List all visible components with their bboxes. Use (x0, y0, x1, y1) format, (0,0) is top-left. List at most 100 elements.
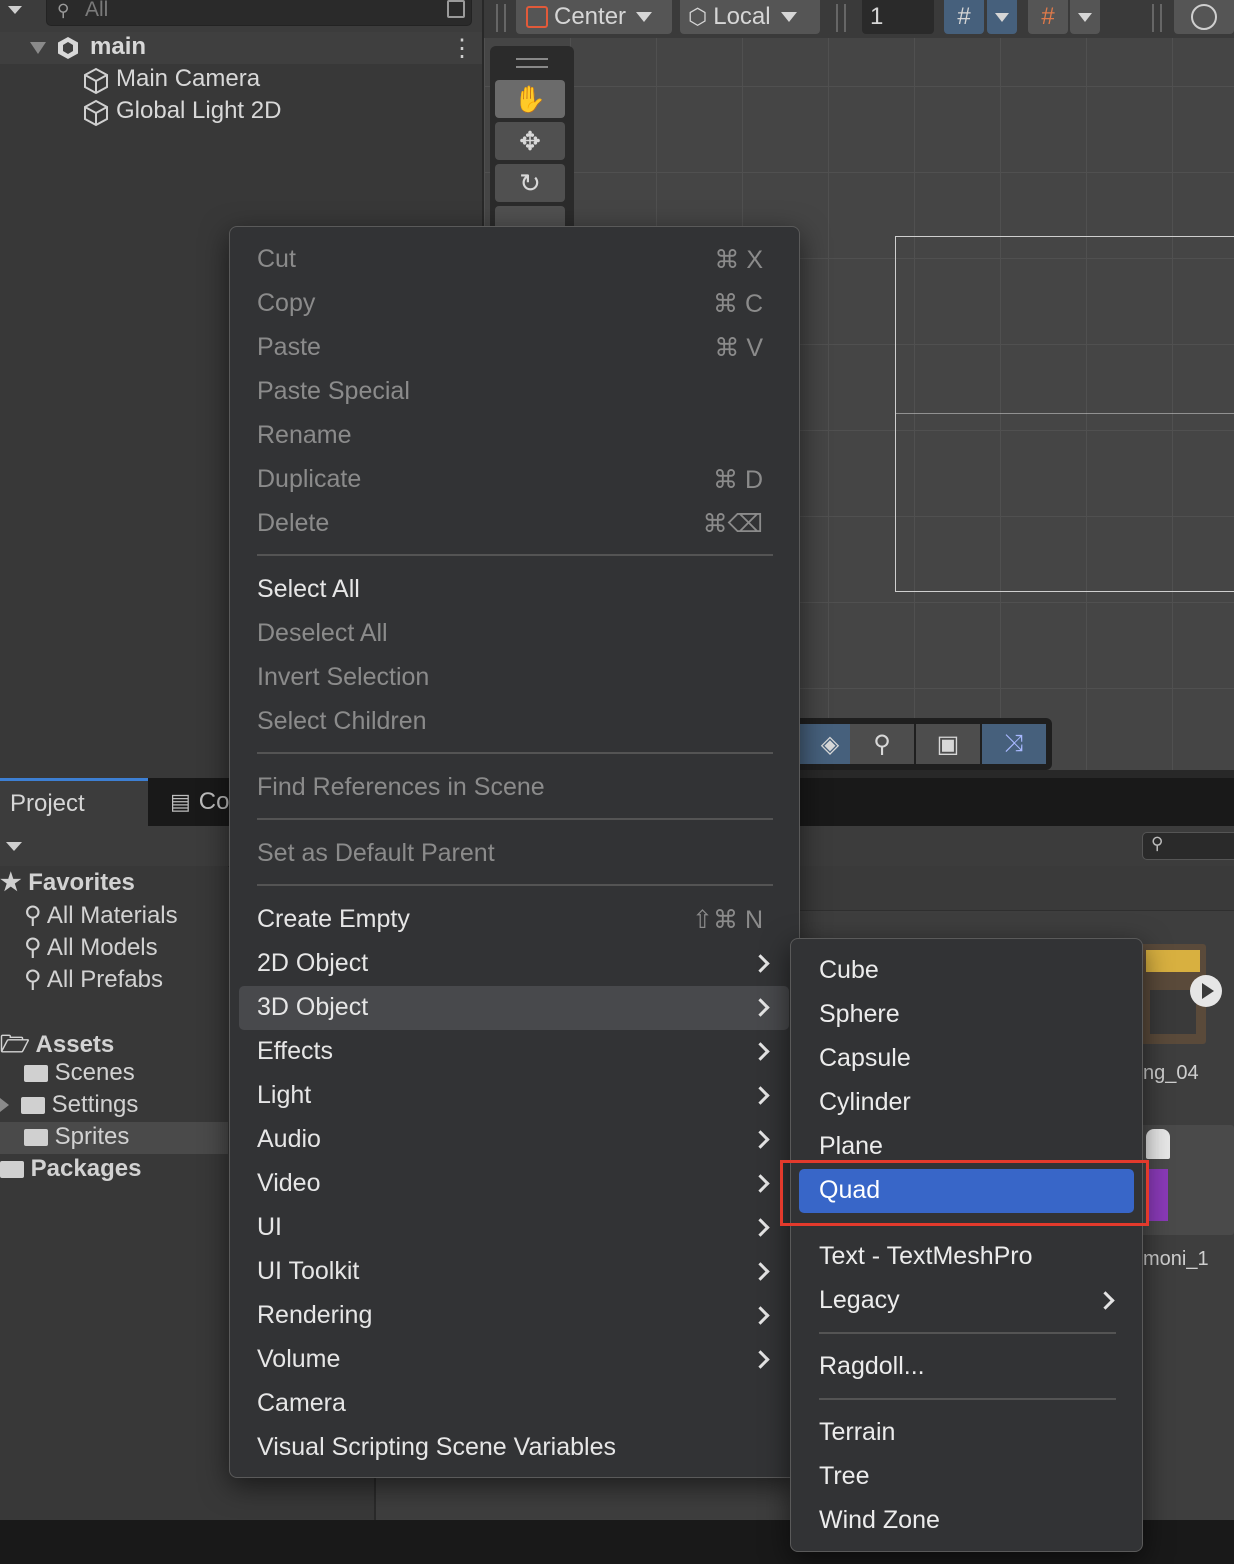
folder-icon (0, 1161, 24, 1178)
menu-item-cut[interactable]: Cut ⌘ X (239, 238, 789, 282)
menu-item-visual-scripting-variables[interactable]: Visual Scripting Scene Variables (239, 1426, 789, 1470)
chevron-right-icon (1096, 1291, 1115, 1310)
folder-icon (21, 1097, 45, 1114)
menu-item-select-children[interactable]: Select Children (239, 700, 789, 744)
character-body (1148, 1169, 1168, 1221)
scene-name: main (90, 33, 147, 60)
increment-snap-toggle[interactable]: # (1028, 0, 1068, 34)
submenu-item-capsule[interactable]: Capsule (799, 1037, 1134, 1081)
toolbar-separator (1152, 4, 1162, 32)
menu-item-copy[interactable]: Copy ⌘ C (239, 282, 789, 326)
folder-sprites[interactable]: Sprites (24, 1123, 129, 1151)
folder-settings[interactable]: Settings (0, 1091, 138, 1119)
rotate-tool[interactable]: ↻ (495, 164, 565, 202)
submenu-item-legacy[interactable]: Legacy (799, 1279, 1134, 1323)
folder-icon (24, 1129, 48, 1146)
folder-icon (24, 1065, 48, 1082)
menu-item-select-all[interactable]: Select All (239, 568, 789, 612)
submenu-item-wind-zone[interactable]: Wind Zone (799, 1499, 1134, 1543)
submenu-item-text-textmeshpro[interactable]: Text - TextMeshPro (799, 1235, 1134, 1279)
move-tool[interactable]: ✥ (495, 122, 565, 160)
expand-icon[interactable] (447, 0, 465, 18)
submenu-item-terrain[interactable]: Terrain (799, 1411, 1134, 1455)
project-search-input[interactable]: ⚲ (1142, 832, 1234, 860)
favorite-all-materials[interactable]: ⚲ All Materials (24, 901, 178, 930)
submenu-item-cylinder[interactable]: Cylinder (799, 1081, 1134, 1125)
play-preview-icon[interactable] (1190, 975, 1222, 1007)
context-menu: Cut ⌘ X Copy ⌘ C Paste ⌘ V Paste Special Re… (229, 226, 800, 1478)
scene-options-icon[interactable]: ⋮ (450, 34, 474, 63)
menu-item-ui-toolkit[interactable]: UI Toolkit (239, 1250, 789, 1294)
grid-size-field[interactable]: 1 (862, 0, 934, 34)
add-dropdown-icon[interactable] (8, 6, 22, 14)
create-dropdown-icon[interactable] (6, 842, 22, 851)
play-icon (1202, 983, 1214, 999)
collapse-arrow-icon[interactable] (30, 42, 46, 54)
menu-item-rendering[interactable]: Rendering (239, 1294, 789, 1338)
shuffle-button[interactable]: ⤨ (982, 724, 1046, 764)
menu-item-camera[interactable]: Camera (239, 1382, 789, 1426)
gizmos-globe-button[interactable] (1174, 0, 1234, 34)
menu-item-paste[interactable]: Paste ⌘ V (239, 326, 789, 370)
overlay-grip (516, 58, 548, 68)
scene-view-overlay-bar: ◈ ⚲ ▣ ⤨ (798, 718, 1052, 770)
search-icon: ⚲ (57, 1, 70, 20)
quad-highlight-box (780, 1160, 1149, 1226)
menu-item-effects[interactable]: Effects (239, 1030, 789, 1074)
menu-item-rename[interactable]: Rename (239, 414, 789, 458)
pivot-icon (526, 6, 548, 28)
submenu-separator (819, 1398, 1116, 1400)
increment-snap-dropdown[interactable] (1070, 0, 1100, 34)
hand-tool[interactable]: ✋ (495, 80, 565, 118)
menu-item-find-references[interactable]: Find References in Scene (239, 766, 789, 810)
toolbar-separator (836, 4, 846, 32)
hierarchy-item-global-light-2d[interactable]: Global Light 2D (80, 96, 480, 128)
scene-search-button[interactable]: ⚲ (850, 724, 914, 764)
grid-snap-dropdown[interactable] (987, 0, 1017, 34)
submenu-item-sphere[interactable]: Sphere (799, 993, 1134, 1037)
menu-item-volume[interactable]: Volume (239, 1338, 789, 1382)
submenu-item-tree[interactable]: Tree (799, 1455, 1134, 1499)
camera-icon: ▣ (936, 730, 960, 758)
submenu-item-cube[interactable]: Cube (799, 949, 1134, 993)
pivot-center-dropdown[interactable]: Center (516, 0, 672, 34)
menu-item-set-default-parent[interactable]: Set as Default Parent (239, 832, 789, 876)
chevron-right-icon (751, 1262, 770, 1281)
favorite-all-models[interactable]: ⚲ All Models (24, 933, 158, 962)
pivot-label: Center (554, 3, 627, 30)
space-local-dropdown[interactable]: ⬡ Local (680, 0, 820, 34)
favorites-header[interactable]: ★ Favorites (0, 868, 135, 897)
hand-icon: ✋ (513, 83, 547, 114)
tab-project[interactable]: Project (0, 778, 148, 826)
favorite-all-prefabs[interactable]: ⚲ All Prefabs (24, 965, 163, 994)
magnifier-icon: ⚲ (873, 730, 891, 758)
scene-camera-button[interactable]: ▣ (916, 724, 980, 764)
menu-item-ui[interactable]: UI (239, 1206, 789, 1250)
menu-item-video[interactable]: Video (239, 1162, 789, 1206)
move-icon: ✥ (519, 125, 541, 156)
menu-item-audio[interactable]: Audio (239, 1118, 789, 1162)
menu-item-3d-object[interactable]: 3D Object (239, 986, 789, 1030)
expand-arrow-icon[interactable] (0, 1098, 9, 1112)
chevron-down-icon (636, 12, 653, 22)
grid-snap-toggle[interactable]: # (944, 0, 984, 34)
menu-separator (257, 752, 773, 754)
menu-item-2d-object[interactable]: 2D Object (239, 942, 789, 986)
hierarchy-search-input[interactable]: ⚲ All (46, 0, 472, 26)
asset-thumbnail-character[interactable] (1140, 1125, 1234, 1235)
menu-item-deselect-all[interactable]: Deselect All (239, 612, 789, 656)
scene-row-main[interactable]: main ⋮ (0, 32, 482, 64)
packages-folder[interactable]: Packages (0, 1155, 141, 1183)
submenu-item-ragdoll[interactable]: Ragdoll... (799, 1345, 1134, 1389)
menu-item-paste-special[interactable]: Paste Special (239, 370, 789, 414)
menu-item-create-empty[interactable]: Create Empty ⇧⌘ N (239, 898, 789, 942)
folder-scenes[interactable]: Scenes (24, 1059, 135, 1087)
submenu-3d-object: Cube Sphere Capsule Cylinder Plane Quad … (790, 938, 1143, 1552)
hierarchy-item-main-camera[interactable]: Main Camera (80, 64, 480, 96)
menu-item-light[interactable]: Light (239, 1074, 789, 1118)
menu-item-invert-selection[interactable]: Invert Selection (239, 656, 789, 700)
menu-item-duplicate[interactable]: Duplicate ⌘ D (239, 458, 789, 502)
menu-separator (257, 884, 773, 886)
menu-item-delete[interactable]: Delete ⌘⌫ (239, 502, 789, 546)
asset-label: moni_1 (1143, 1248, 1209, 1270)
